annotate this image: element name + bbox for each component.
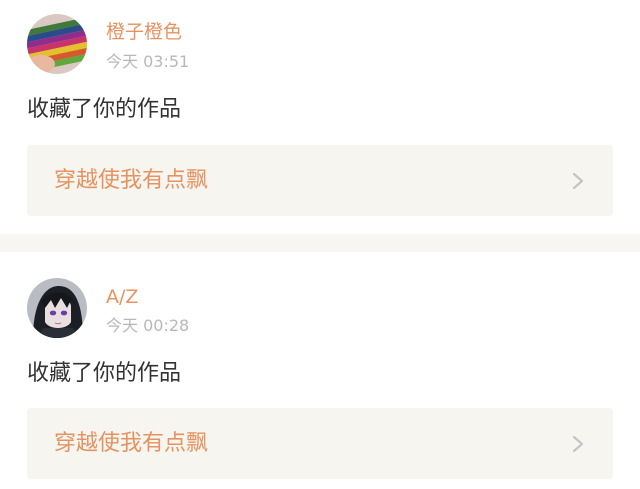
notification-card: 橙子橙色 今天 03:51 收藏了你的作品 穿越使我有点飘 <box>0 0 640 234</box>
user-avatar[interactable] <box>27 14 87 74</box>
timestamp: 今天 03:51 <box>106 52 190 71</box>
chevron-right-icon <box>572 435 584 453</box>
notification-card: A/Z 今天 00:28 收藏了你的作品 穿越使我有点飘 <box>0 252 640 489</box>
colored-pencils-avatar-icon <box>27 14 87 74</box>
work-link-card[interactable]: 穿越使我有点飘 <box>27 145 613 216</box>
action-text: 收藏了你的作品 <box>27 97 182 122</box>
username[interactable]: A/Z <box>106 285 138 309</box>
timestamp: 今天 00:28 <box>106 316 190 335</box>
notification-feed: 橙子橙色 今天 03:51 收藏了你的作品 穿越使我有点飘 A/Z 今天 00:… <box>0 0 640 489</box>
user-avatar[interactable] <box>27 278 87 338</box>
username[interactable]: 橙子橙色 <box>106 20 182 44</box>
work-title: 穿越使我有点飘 <box>54 168 209 193</box>
anime-character-avatar-icon <box>27 278 87 338</box>
work-link-card[interactable]: 穿越使我有点飘 <box>27 408 613 479</box>
work-title: 穿越使我有点飘 <box>54 431 209 456</box>
chevron-right-icon <box>572 172 584 190</box>
section-divider <box>0 234 640 252</box>
action-text: 收藏了你的作品 <box>27 361 182 386</box>
